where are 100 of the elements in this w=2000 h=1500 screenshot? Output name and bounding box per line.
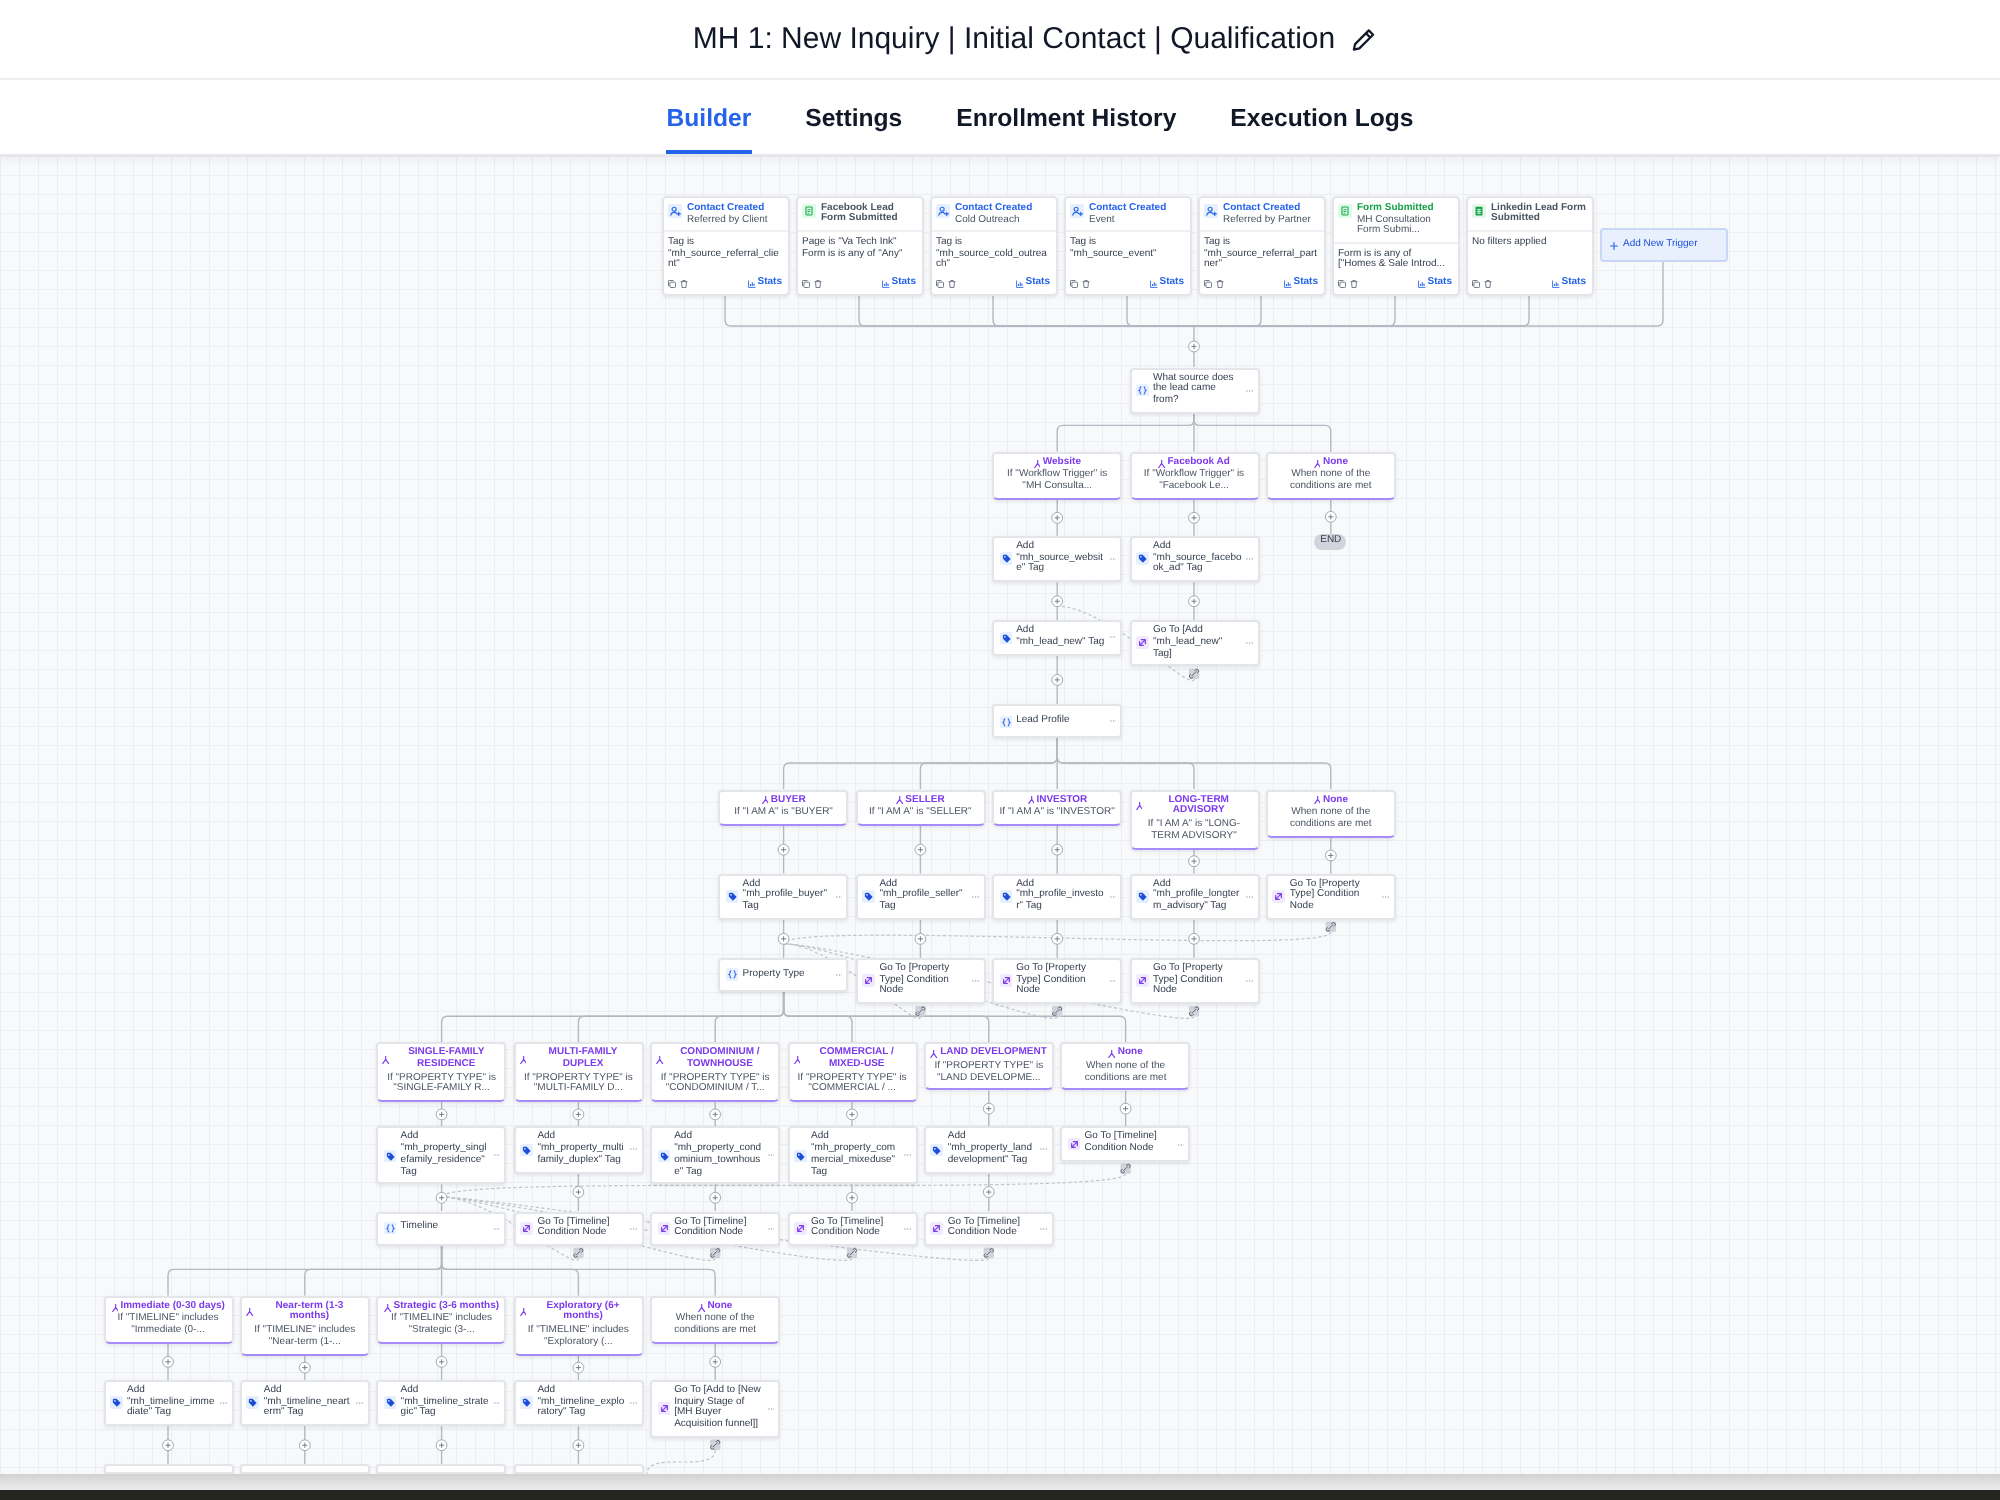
- braces-icon: [999, 715, 1013, 729]
- trash-icon[interactable]: [948, 279, 956, 288]
- fork-icon: [245, 1308, 254, 1317]
- link-icon[interactable]: [1188, 1006, 1200, 1017]
- fork-icon: [930, 1049, 939, 1058]
- plus-icon[interactable]: [1324, 510, 1337, 523]
- fork-icon: [384, 1303, 392, 1312]
- plus-icon[interactable]: [435, 1191, 448, 1204]
- plus-icon[interactable]: [1119, 1102, 1132, 1115]
- fork-icon: [895, 796, 904, 805]
- person-add-icon: [668, 203, 682, 217]
- plus-icon[interactable]: [572, 1439, 585, 1452]
- plus-icon[interactable]: [1051, 843, 1064, 856]
- plus-icon[interactable]: [435, 1439, 448, 1452]
- tab[interactable]: Execution Logs: [1230, 80, 1414, 154]
- plus-icon[interactable]: [1051, 595, 1064, 608]
- plus-icon[interactable]: [777, 843, 790, 856]
- plus-icon[interactable]: [914, 843, 927, 856]
- trash-icon[interactable]: [1484, 279, 1492, 288]
- copy-icon[interactable]: [1472, 279, 1480, 288]
- plus-icon[interactable]: [298, 1361, 311, 1374]
- link-icon[interactable]: [915, 1006, 926, 1017]
- connector-line: [440, 1343, 443, 1381]
- link-icon[interactable]: [1325, 921, 1336, 933]
- bar-chart-icon: [1283, 279, 1292, 288]
- link-icon[interactable]: [1120, 1163, 1131, 1174]
- pencil-icon[interactable]: [1351, 27, 1376, 51]
- plus-icon[interactable]: [914, 932, 927, 945]
- plus-icon[interactable]: [162, 1439, 174, 1452]
- sheet-icon: [1472, 203, 1486, 217]
- tag-icon: [520, 1143, 534, 1157]
- copy-icon[interactable]: [668, 279, 676, 288]
- link-icon[interactable]: [710, 1439, 721, 1450]
- trash-icon[interactable]: [1216, 279, 1224, 288]
- fork-icon: [793, 1055, 801, 1064]
- plus-icon[interactable]: [777, 932, 790, 945]
- arrow-icon: [1272, 890, 1286, 904]
- link-icon[interactable]: [846, 1247, 858, 1259]
- copy-icon[interactable]: [936, 279, 944, 288]
- connector-line: [1124, 1090, 1127, 1128]
- plus-icon[interactable]: [572, 1108, 585, 1121]
- plus-icon[interactable]: [572, 1361, 585, 1374]
- tag-icon: [725, 890, 739, 904]
- braces-icon: [383, 1221, 397, 1235]
- plus-icon[interactable]: [846, 1191, 858, 1204]
- plus-icon[interactable]: [1188, 595, 1200, 608]
- link-icon[interactable]: [710, 1247, 721, 1259]
- tag-icon: [246, 1396, 260, 1410]
- arrow-icon: [520, 1222, 534, 1235]
- tab[interactable]: Settings: [805, 80, 903, 154]
- plus-icon[interactable]: [1188, 855, 1200, 868]
- tag-icon: [1136, 890, 1149, 904]
- fork-icon: [382, 1055, 390, 1064]
- fork-icon: [1313, 459, 1321, 468]
- tag-icon: [930, 1143, 944, 1157]
- plus-icon[interactable]: [1051, 674, 1064, 686]
- arrow-icon: [862, 974, 876, 988]
- plus-icon[interactable]: [162, 1355, 174, 1368]
- link-icon[interactable]: [573, 1247, 584, 1259]
- copy-icon[interactable]: [1204, 279, 1212, 288]
- arrow-icon: [1136, 974, 1149, 988]
- plus-icon[interactable]: [709, 1191, 722, 1204]
- fork-icon: [1033, 459, 1041, 468]
- trash-icon[interactable]: [1082, 279, 1090, 288]
- fork-icon: [1313, 796, 1321, 805]
- copy-icon[interactable]: [1070, 279, 1078, 288]
- plus-icon[interactable]: [298, 1439, 311, 1452]
- copy-icon[interactable]: [1338, 279, 1346, 288]
- plus-icon[interactable]: [572, 1186, 585, 1198]
- fork-icon: [1158, 459, 1166, 468]
- copy-icon[interactable]: [802, 279, 810, 288]
- trash-icon[interactable]: [814, 279, 822, 288]
- tag-icon: [1136, 552, 1149, 566]
- link-icon[interactable]: [1052, 1006, 1063, 1017]
- bar-chart-icon: [1417, 279, 1426, 288]
- trash-icon[interactable]: [680, 279, 688, 288]
- plus-icon[interactable]: [435, 1355, 448, 1368]
- plus-icon[interactable]: [1188, 932, 1200, 945]
- plus-icon[interactable]: [982, 1186, 995, 1198]
- plus-icon[interactable]: [1188, 511, 1200, 524]
- tab[interactable]: Enrollment History: [956, 80, 1177, 154]
- plus-icon[interactable]: [1051, 932, 1064, 945]
- tag-icon: [383, 1149, 397, 1163]
- tag-icon: [110, 1396, 123, 1410]
- person-add-icon: [1070, 203, 1084, 217]
- plus-icon[interactable]: [1188, 340, 1200, 353]
- plus-icon[interactable]: [709, 1108, 722, 1121]
- plus-icon[interactable]: [1051, 511, 1064, 524]
- link-icon[interactable]: [1188, 668, 1200, 679]
- plus-icon[interactable]: [435, 1108, 448, 1121]
- plus-icon[interactable]: [1324, 849, 1337, 862]
- plus-icon[interactable]: [709, 1355, 722, 1368]
- plus-icon[interactable]: [982, 1102, 995, 1115]
- connector-line: [1056, 499, 1058, 537]
- fork-icon: [1027, 796, 1035, 805]
- link-icon[interactable]: [983, 1247, 994, 1259]
- trash-icon[interactable]: [1350, 279, 1358, 288]
- connector-line: [714, 1343, 716, 1381]
- tag-icon: [657, 1149, 671, 1163]
- plus-icon[interactable]: [846, 1108, 858, 1121]
